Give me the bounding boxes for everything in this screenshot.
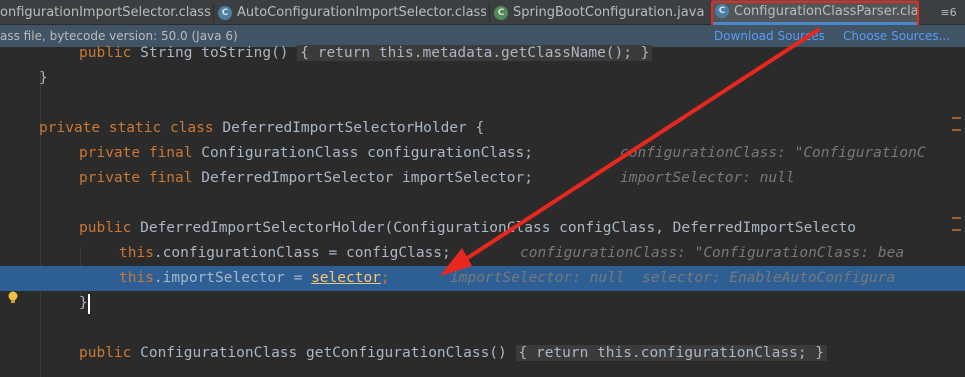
code-line: private static class DeferredImportSelec… (39, 120, 485, 136)
class-icon: C (494, 5, 508, 20)
scrollbar-marker (952, 229, 961, 231)
class-icon: C (218, 5, 232, 20)
code-line: } (79, 295, 88, 311)
code-line: public DeferredImportSelectorHolder(Conf… (79, 220, 856, 236)
tab-label: AutoConfigurationImportSelector.class (237, 5, 486, 20)
folded-region[interactable]: { return this.configurationClass; } (515, 345, 828, 361)
editor-tab-bar: onfigurationImportSelector.class × C Aut… (0, 0, 965, 27)
scrollbar-marker (952, 129, 961, 131)
tab-configuration-import-selector[interactable]: onfigurationImportSelector.class × (0, 0, 210, 25)
code-line: public ConfigurationClass getConfigurati… (0, 341, 965, 366)
code-line: private final ConfigurationClass configu… (0, 141, 965, 166)
tab-spring-boot-configuration[interactable]: C SpringBootConfiguration.java × (494, 0, 704, 25)
code-line: this.configurationClass = configClass; c… (0, 241, 965, 266)
code-line: private final DeferredImportSelector imp… (0, 166, 965, 191)
text-caret (88, 294, 90, 314)
inline-debug-hint: importSelector: null (620, 170, 795, 186)
selector-identifier[interactable]: selector (311, 270, 381, 286)
code-editor[interactable]: public String toString() { return this.m… (0, 45, 965, 377)
annotation-red-box (711, 1, 919, 27)
lightbulb-icon[interactable] (7, 291, 19, 305)
scrollbar-marker (952, 117, 961, 119)
inline-debug-hint: importSelector: null selector: EnableAut… (450, 270, 896, 286)
tab-label: onfigurationImportSelector.class (0, 5, 210, 20)
inline-debug-hint: configurationClass: "ConfigurationC (620, 145, 926, 161)
tab-label: SpringBootConfiguration.java (513, 5, 704, 20)
inline-debug-hint: configurationClass: "ConfigurationClass:… (520, 245, 905, 261)
current-execution-line: this.importSelector = selector; importSe… (0, 266, 965, 291)
tab-auto-configuration-import-selector[interactable]: C AutoConfigurationImportSelector.class … (218, 0, 486, 25)
code-line: } (39, 70, 48, 86)
tab-divider (489, 3, 490, 22)
code-line: public String toString() { return this.m… (0, 41, 965, 66)
folded-region[interactable]: { return this.metadata.getClassName(); } (297, 45, 653, 61)
tab-divider (213, 3, 214, 22)
scrollbar-marker (952, 217, 961, 219)
tab-list-menu-icon[interactable]: ≡6 (932, 0, 965, 25)
